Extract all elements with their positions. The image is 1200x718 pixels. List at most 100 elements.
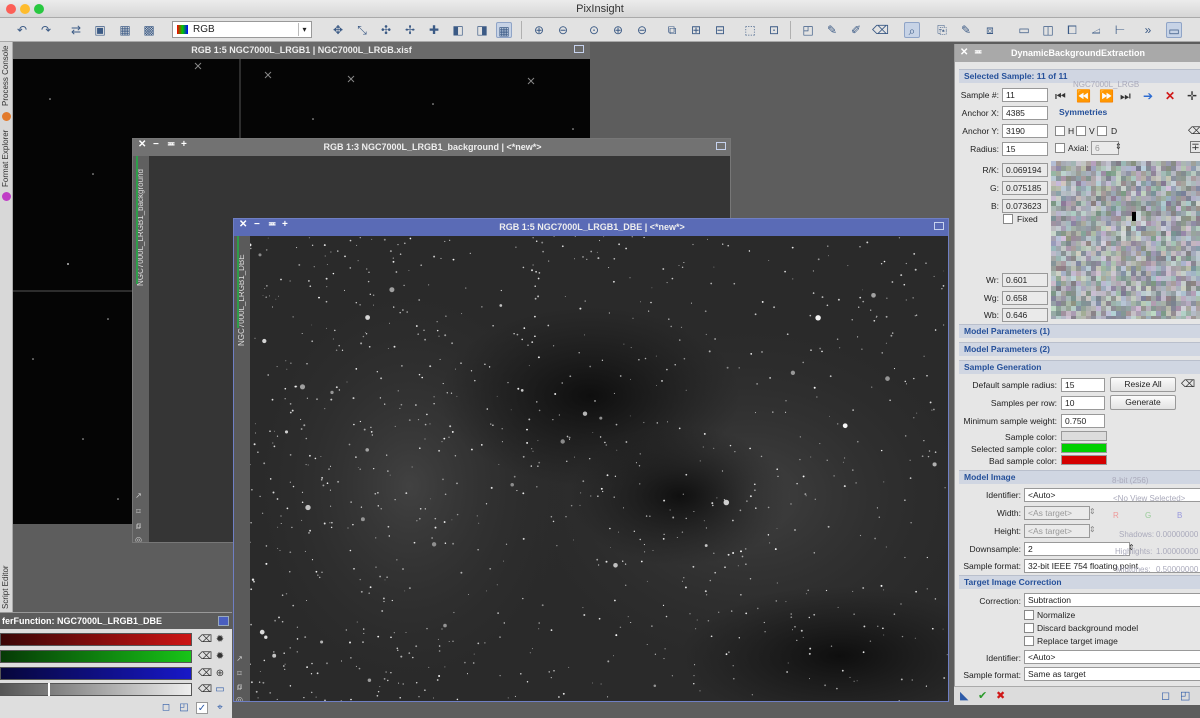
- maximize-icon[interactable]: [574, 45, 584, 53]
- script-editor-tab[interactable]: Script Editor: [1, 562, 12, 612]
- move-icon[interactable]: ✥: [330, 22, 346, 38]
- symmetry-toggle-icon[interactable]: ∓: [1190, 141, 1200, 153]
- format-explorer-tab[interactable]: Format Explorer: [1, 126, 12, 190]
- zoom-fit-icon[interactable]: ⧉: [664, 22, 680, 38]
- maximize-icon[interactable]: [716, 142, 726, 150]
- color-channels-icon[interactable]: ▦: [496, 22, 512, 38]
- target-format-select[interactable]: Same as target: [1024, 667, 1200, 681]
- panel-icon[interactable]: [218, 616, 229, 626]
- shade-icon[interactable]: ≖: [974, 44, 982, 62]
- edit-icon[interactable]: ✎: [958, 22, 974, 38]
- dual-window-icon[interactable]: ⊟: [712, 22, 728, 38]
- preview-delete-icon[interactable]: ⌫: [872, 22, 889, 38]
- crosshair-icon[interactable]: ✚: [426, 22, 442, 38]
- new-instance-icon[interactable]: ◣: [960, 690, 968, 702]
- discard-model-checkbox[interactable]: [1024, 623, 1034, 633]
- zoom-in-icon[interactable]: ⊕: [531, 22, 547, 38]
- sample-number-field[interactable]: 11: [1002, 88, 1048, 102]
- channel-icon[interactable]: ▩: [141, 22, 157, 38]
- midtones-marker[interactable]: [48, 683, 50, 696]
- reset-icon[interactable]: ◰: [1180, 690, 1190, 702]
- spin-icon[interactable]: ⇕: [1089, 524, 1096, 536]
- zoom-1-icon[interactable]: ⊙: [586, 22, 602, 38]
- zoom-out-icon[interactable]: ⊖: [555, 22, 571, 38]
- monitor-icon[interactable]: ▭: [214, 684, 226, 696]
- process-console-tab[interactable]: Process Console: [1, 44, 12, 108]
- previous-sample-icon[interactable]: ⏪: [1076, 90, 1091, 102]
- last-sample-icon[interactable]: ⏭: [1120, 90, 1131, 102]
- radius-field[interactable]: 15: [1002, 142, 1048, 156]
- undo-icon[interactable]: ↶: [14, 22, 30, 38]
- normalize-checkbox[interactable]: [1024, 610, 1034, 620]
- script-icon[interactable]: ⎘: [934, 22, 950, 38]
- next-sample-icon[interactable]: ⏩: [1099, 90, 1114, 102]
- pan-all-icon[interactable]: ✢: [402, 22, 418, 38]
- axial-symmetry-checkbox[interactable]: [1055, 143, 1065, 153]
- rgb-view-icon[interactable]: ▦: [117, 22, 133, 38]
- v-symmetry-checkbox[interactable]: [1076, 126, 1086, 136]
- history-icon[interactable]: ◫: [1040, 22, 1056, 38]
- model-params-1-header[interactable]: Model Parameters (1): [959, 324, 1200, 338]
- go-to-sample-icon[interactable]: ➔: [1143, 90, 1153, 102]
- layer-alt-icon[interactable]: ⧡: [1088, 22, 1104, 38]
- preview-edit-icon[interactable]: ✎: [824, 22, 840, 38]
- mask-icon[interactable]: ◧: [450, 22, 466, 38]
- sample-generation-header[interactable]: Sample Generation: [959, 360, 1200, 374]
- resize-all-button[interactable]: Resize All: [1110, 377, 1176, 392]
- file-icon[interactable]: ▭: [1016, 22, 1032, 38]
- shrink-icon[interactable]: ↘: [134, 491, 145, 501]
- track-icon[interactable]: ⌖: [214, 702, 226, 714]
- target-icon[interactable]: ◎: [235, 696, 246, 702]
- measure-icon[interactable]: ⊢: [1112, 22, 1128, 38]
- spin-icon[interactable]: ⇕: [1089, 506, 1096, 518]
- close-icon[interactable]: ✕: [960, 44, 968, 62]
- reset-lum-icon[interactable]: ⌫: [198, 684, 212, 696]
- green-channel-bar[interactable]: [0, 650, 192, 663]
- anchor-x-field[interactable]: 4385: [1002, 106, 1048, 120]
- red-channel-bar[interactable]: [0, 633, 192, 646]
- model-image-header[interactable]: Model Image: [959, 470, 1200, 484]
- zoom-out-alt-icon[interactable]: ⊖: [634, 22, 650, 38]
- select-icon[interactable]: ⬚: [742, 22, 758, 38]
- clear-icon[interactable]: ⌫: [1181, 379, 1195, 391]
- correction-select[interactable]: Subtraction: [1024, 593, 1200, 607]
- readout-icon[interactable]: ⌕: [904, 22, 920, 38]
- pin-icon[interactable]: ⌑: [235, 668, 246, 678]
- sample-color-swatch[interactable]: [1061, 431, 1107, 441]
- doc-icon[interactable]: ◰: [178, 702, 190, 714]
- crop-icon[interactable]: ⊡: [766, 22, 782, 38]
- samples-per-row-field[interactable]: 10: [1061, 396, 1105, 410]
- shrink-icon[interactable]: ↘: [235, 654, 246, 664]
- apply-check-icon[interactable]: ✓: [196, 702, 208, 714]
- documentation-icon[interactable]: ◻: [1161, 690, 1170, 702]
- blue-channel-bar[interactable]: [0, 667, 192, 680]
- model-params-2-header[interactable]: Model Parameters (2): [959, 342, 1200, 356]
- view-selector[interactable]: RGB ▾: [172, 21, 312, 38]
- default-radius-field[interactable]: 15: [1061, 378, 1105, 392]
- dbe-title-bar[interactable]: ✕ ≖ DynamicBackgroundExtraction: [955, 44, 1200, 62]
- bad-color-swatch[interactable]: [1061, 455, 1107, 465]
- target-correction-header[interactable]: Target Image Correction: [959, 575, 1200, 589]
- copy-icon[interactable]: ⧉: [235, 682, 246, 692]
- crosshair-icon[interactable]: ✛: [1187, 90, 1197, 102]
- model-width-field[interactable]: <As target>: [1024, 506, 1090, 520]
- image-icon[interactable]: ▣: [92, 22, 108, 38]
- first-sample-icon[interactable]: ⏮: [1055, 90, 1066, 102]
- window-titlebar[interactable]: RGB 1:5 NGC7000L_LRGB1 | NGC7000L_LRGB.x…: [13, 42, 590, 59]
- fit-icon[interactable]: ⤡: [354, 22, 370, 38]
- window-titlebar[interactable]: ✕ − ≖ + RGB 1:3 NGC7000L_LRGB1_backgroun…: [133, 139, 730, 156]
- image-window-dbe[interactable]: ✕ − ≖ + RGB 1:5 NGC7000L_LRGB1_DBE | <*n…: [233, 218, 949, 702]
- more-icon[interactable]: »: [1140, 22, 1156, 38]
- new-instance-icon[interactable]: ◻: [160, 702, 172, 714]
- anchor-y-field[interactable]: 3190: [1002, 124, 1048, 138]
- redo-icon[interactable]: ↷: [38, 22, 54, 38]
- model-height-field[interactable]: <As target>: [1024, 524, 1090, 538]
- replace-target-checkbox[interactable]: [1024, 636, 1034, 646]
- apply-icon[interactable]: ✔: [978, 690, 987, 702]
- target-identifier-field[interactable]: <Auto>: [1024, 650, 1200, 664]
- window-titlebar[interactable]: ✕ − ≖ + RGB 1:5 NGC7000L_LRGB1_DBE | <*n…: [234, 219, 948, 236]
- luminance-bar[interactable]: [0, 683, 192, 696]
- zoom-in-alt-icon[interactable]: ⊕: [610, 22, 626, 38]
- fixed-checkbox[interactable]: [1003, 214, 1013, 224]
- clear-icon[interactable]: ⌫: [1188, 126, 1200, 138]
